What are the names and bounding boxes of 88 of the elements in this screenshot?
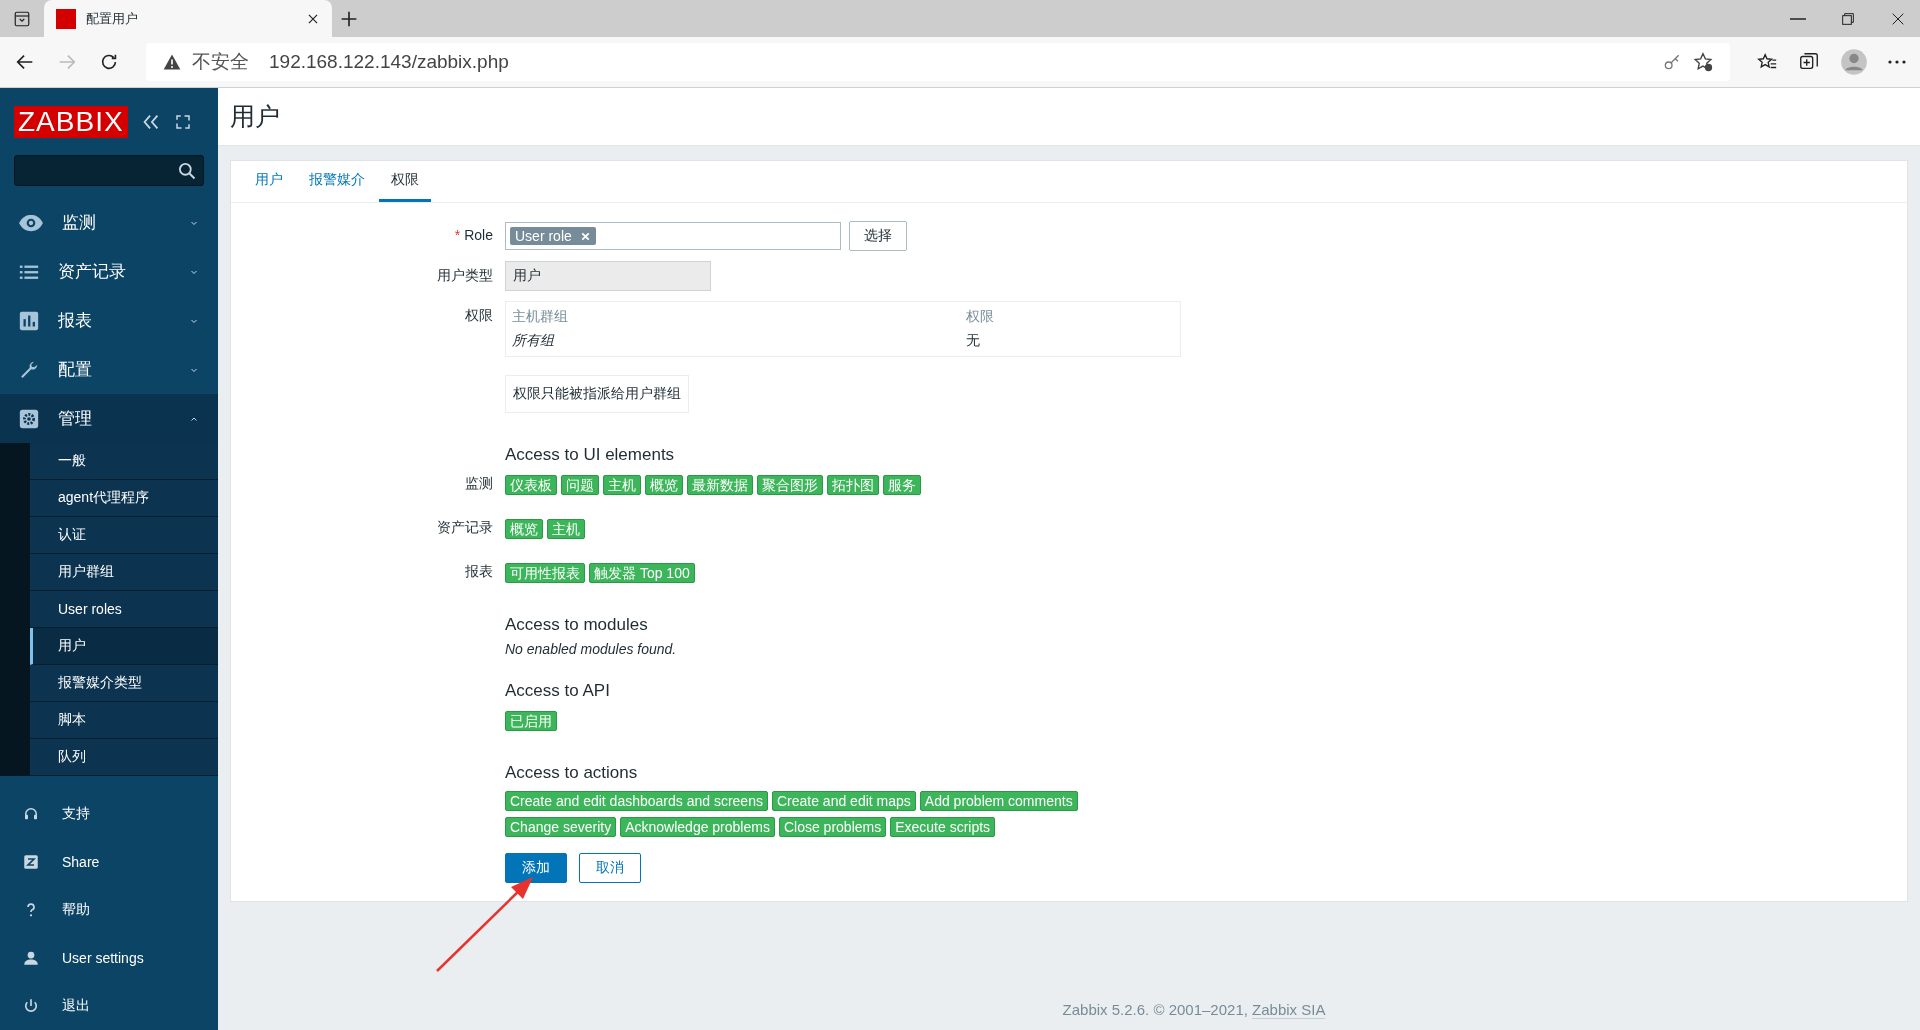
page-title: 用户 xyxy=(218,88,1920,146)
submenu-item[interactable]: agent代理程序 xyxy=(30,480,218,517)
kiosk-mode-icon xyxy=(173,112,192,131)
warning-icon xyxy=(162,52,182,72)
access-tag: 聚合图形 xyxy=(757,475,823,495)
menu-item[interactable]: 配置 xyxy=(0,345,218,395)
zabbix-logo[interactable]: ZABBIX xyxy=(14,105,128,138)
permissions-label: 权限 xyxy=(464,306,493,325)
submenu-item[interactable]: 脚本 xyxy=(30,702,218,739)
ui-group-label: 监测 xyxy=(464,475,493,493)
column-header: 权限 xyxy=(966,308,995,326)
address-bar[interactable]: 不安全 192.168.122.143/zabbix.php xyxy=(146,43,1730,81)
user-type-field: 用户 xyxy=(505,261,711,291)
table-cell-text: 无 xyxy=(966,332,981,350)
more-icon xyxy=(1888,60,1906,64)
key-icon xyxy=(1662,52,1682,72)
submenu-item[interactable]: User roles xyxy=(30,591,218,628)
sidebar-link[interactable]: 支持 xyxy=(0,790,218,838)
submenu-item[interactable]: 用户群组 xyxy=(30,554,218,591)
ui-group-label: 报表 xyxy=(464,562,493,581)
tab[interactable]: 用户 xyxy=(243,161,295,202)
sidebar-link[interactable]: 退出 xyxy=(0,982,218,1030)
access-tag: 已启用 xyxy=(505,711,557,731)
access-tag: 触发器 Top 100 xyxy=(589,563,695,583)
access-tag: 服务 xyxy=(883,475,921,495)
modules-message: No enabled modules found. xyxy=(505,641,678,657)
access-tag: 主机 xyxy=(547,519,585,539)
star-add-icon xyxy=(1692,51,1714,73)
access-tag: 问题 xyxy=(561,475,599,495)
sidebar-link[interactable]: 帮助 xyxy=(0,886,218,934)
add-button[interactable]: 添加 xyxy=(505,853,567,883)
access-tag: 最新数据 xyxy=(687,475,753,495)
tab-actions-icon xyxy=(13,9,31,28)
remove-icon xyxy=(579,230,591,242)
menu-item[interactable]: 监测 xyxy=(0,198,218,248)
access-tag: Create and edit maps xyxy=(771,791,916,811)
section-title: Access to actions xyxy=(505,762,639,783)
select-button[interactable]: 选择 xyxy=(849,221,907,251)
search-field[interactable] xyxy=(14,155,204,187)
zabbix-favicon-icon xyxy=(56,8,76,29)
menu-item[interactable]: 资产记录 xyxy=(0,247,218,297)
tab[interactable]: 权限 xyxy=(379,161,431,202)
user-icon xyxy=(22,949,40,967)
footer-text: Zabbix 5.2.6. © 2001–2021, Zabbix SIA xyxy=(1061,1001,1327,1021)
access-tag: Acknowledge problems xyxy=(620,817,775,837)
menu-item[interactable]: 报表 xyxy=(0,296,218,346)
minimize-icon xyxy=(1790,17,1806,20)
submenu-item[interactable]: 用户 xyxy=(30,628,218,665)
power-icon xyxy=(22,997,40,1015)
access-tag: Create and edit dashboards and screens xyxy=(505,791,768,811)
access-tag: 可用性报表 xyxy=(505,563,585,583)
sidebar-link[interactable]: Share xyxy=(0,838,218,886)
section-title: Access to UI elements xyxy=(505,444,676,465)
profile-avatar-icon xyxy=(1840,48,1868,76)
restore-icon xyxy=(1840,10,1856,27)
security-label: 不安全 xyxy=(192,50,249,74)
ui-group-label: 资产记录 xyxy=(436,518,493,537)
access-tag: 主机 xyxy=(603,475,641,495)
browser-tab[interactable]: 配置用户 xyxy=(44,0,332,37)
user-type-label: 用户类型 xyxy=(436,266,493,285)
table-cell-text: 所有组 xyxy=(512,332,556,350)
access-tag: 拓扑图 xyxy=(827,475,879,495)
submenu-item[interactable]: 认证 xyxy=(30,517,218,554)
tab-title: 配置用户 xyxy=(86,9,139,28)
gear-icon xyxy=(18,407,40,430)
share-icon xyxy=(22,853,40,871)
access-tag: Close problems xyxy=(778,817,887,837)
access-tag: 仪表板 xyxy=(505,475,557,495)
submenu-item[interactable]: 一般 xyxy=(30,443,218,480)
access-tag: Execute scripts xyxy=(890,817,996,837)
sidebar-link[interactable]: User settings xyxy=(0,934,218,982)
tab[interactable]: 报警媒介 xyxy=(297,161,377,202)
section-title: Access to modules xyxy=(505,614,649,635)
role-label: * Role xyxy=(453,226,493,245)
access-tag: 概览 xyxy=(505,519,543,539)
permissions-note: 权限只能被指派给用户群组 xyxy=(505,375,689,413)
column-header: 主机群组 xyxy=(512,308,569,326)
access-tag: 概览 xyxy=(645,475,683,495)
access-tag: Change severity xyxy=(505,817,617,837)
submenu-item[interactable]: 报警媒介类型 xyxy=(30,665,218,702)
access-tag: Add problem comments xyxy=(919,791,1078,811)
bar-chart-icon xyxy=(18,309,40,332)
menu-item[interactable]: 管理 xyxy=(0,394,218,443)
url-text: 192.168.122.143/zabbix.php xyxy=(269,51,509,73)
cancel-button[interactable]: 取消 xyxy=(579,853,641,883)
section-title: Access to API xyxy=(505,680,611,701)
submenu-item[interactable]: 队列 xyxy=(30,739,218,776)
search-icon xyxy=(177,160,197,181)
